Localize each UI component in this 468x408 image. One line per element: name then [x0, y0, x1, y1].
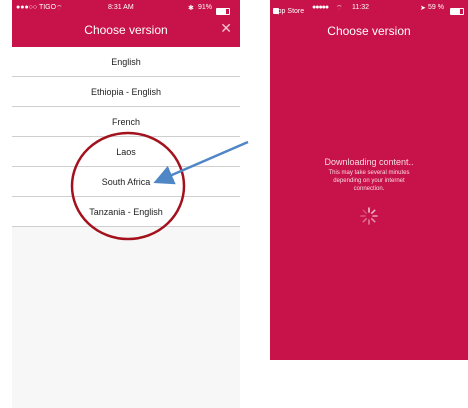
clock: 8:31 AM [108, 4, 134, 11]
carrier-label: ●●●○○ TIGO [16, 4, 57, 11]
download-title: Downloading content.. [324, 157, 414, 167]
close-icon[interactable]: ✕ [220, 20, 232, 37]
signal-icon: ●●●●● [312, 4, 329, 11]
right-phone-screen: App Store ●●●●● ⌔ 11:32 ➤ 59 % Choose ve… [270, 0, 468, 360]
left-phone-screen: ●●●○○ TIGO ⌔ 8:31 AM ✱ 91% Choose versio… [12, 0, 240, 408]
version-item-south-africa[interactable]: South Africa [12, 167, 240, 197]
version-item-french[interactable]: French [12, 107, 240, 137]
version-item-english[interactable]: English [12, 47, 240, 77]
wifi-icon: ⌔ [336, 5, 343, 12]
bluetooth-icon: ✱ [188, 5, 194, 12]
battery-percent: 59 % [428, 4, 444, 11]
empty-list-area [12, 227, 240, 397]
page-title: Choose version [84, 23, 168, 37]
battery-percent: 91% [198, 4, 213, 11]
download-message: This may take several minutes depending … [328, 170, 410, 192]
loading-spinner-icon [360, 207, 378, 225]
version-list: English Ethiopia - English French Laos S… [12, 47, 240, 227]
status-bar: ●●●○○ TIGO ⌔ 8:31 AM ✱ 91% [12, 0, 240, 16]
back-label: App Store [273, 8, 305, 15]
status-bar: App Store ●●●●● ⌔ 11:32 ➤ 59 % [270, 0, 468, 16]
location-icon: ➤ [420, 5, 426, 12]
clock: 11:32 [352, 4, 369, 11]
version-item-ethiopia-english[interactable]: Ethiopia - English [12, 77, 240, 107]
wifi-icon: ⌔ [56, 5, 63, 12]
version-item-tanzania-english[interactable]: Tanzania - English [12, 197, 240, 227]
header-bar: Choose version [270, 16, 468, 44]
header-bar: Choose version ✕ [12, 16, 240, 47]
page-title: Choose version [327, 24, 411, 38]
version-item-laos[interactable]: Laos [12, 137, 240, 167]
